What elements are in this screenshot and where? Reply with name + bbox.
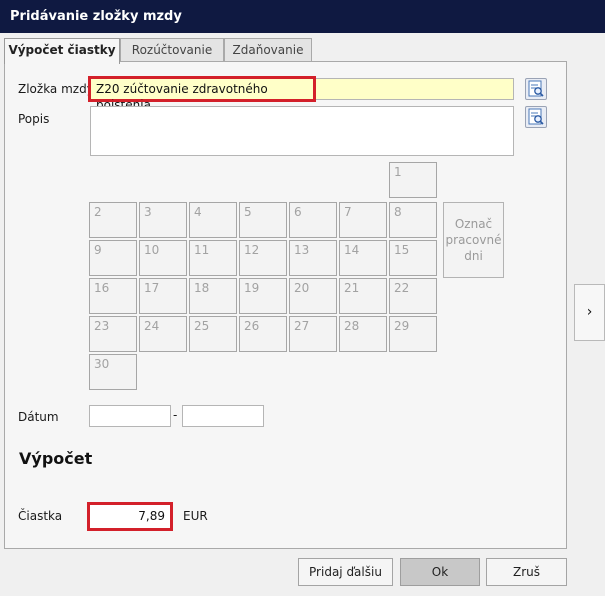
tab-vypocet-ciastky[interactable]: Výpočet čiastky [4, 38, 120, 64]
chevron-right-icon: › [586, 304, 593, 320]
calendar-day[interactable]: 29 [389, 316, 437, 352]
datum-to-input[interactable] [182, 405, 264, 427]
calendar-day[interactable]: 2 [89, 202, 137, 238]
mark-button-line-2: pracovné [445, 233, 502, 247]
calendar-day[interactable]: 8 [389, 202, 437, 238]
calendar-day[interactable]: 3 [139, 202, 187, 238]
calendar-day[interactable]: 9 [89, 240, 137, 276]
calendar-day[interactable]: 12 [239, 240, 287, 276]
expand-panel-button[interactable]: › [574, 284, 605, 341]
add-next-label: Pridaj ďalšiu [309, 565, 382, 579]
cancel-label: Zruš [512, 565, 540, 579]
calendar-day[interactable]: 7 [339, 202, 387, 238]
popis-lookup-button[interactable] [525, 106, 547, 128]
zlozka-mzdy-value: Z20 zúčtovanie zdravotného poistenia [88, 76, 316, 112]
search-list-icon [528, 108, 544, 125]
calendar-day[interactable]: 22 [389, 278, 437, 314]
zlozka-mzdy-label: Zložka mzdy [18, 82, 94, 96]
calendar-day[interactable]: 27 [289, 316, 337, 352]
zlozka-lookup-button[interactable] [525, 78, 547, 100]
datum-from-input[interactable] [89, 405, 171, 427]
calendar-day[interactable]: 13 [289, 240, 337, 276]
calendar-day[interactable]: 25 [189, 316, 237, 352]
tab-zdanovanie[interactable]: Zdaňovanie [224, 38, 312, 62]
calendar-day[interactable]: 5 [239, 202, 287, 238]
mark-button-line-1: Označ [454, 217, 493, 231]
ok-label: Ok [431, 565, 449, 579]
popis-textarea[interactable] [90, 106, 514, 156]
currency-label: EUR [183, 509, 208, 523]
cancel-button[interactable]: Zruš [486, 558, 567, 586]
calendar-day[interactable]: 1 [389, 162, 437, 198]
calendar-day[interactable]: 19 [239, 278, 287, 314]
window-title: Pridávanie zložky mzdy [0, 0, 605, 33]
mark-working-days-button[interactable]: Označ pracovné dni [443, 202, 504, 278]
datum-label: Dátum [18, 410, 59, 424]
calendar-day[interactable]: 10 [139, 240, 187, 276]
calendar-day[interactable]: 4 [189, 202, 237, 238]
datum-separator: - [173, 408, 178, 422]
calendar-day[interactable]: 11 [189, 240, 237, 276]
calendar-day[interactable]: 17 [139, 278, 187, 314]
calendar-day[interactable]: 15 [389, 240, 437, 276]
calendar-day[interactable]: 18 [189, 278, 237, 314]
tab-panel: Zložka mzdy Z20 zúčtovanie zdravotného p… [4, 61, 567, 549]
ciastka-input[interactable]: 7,89 [87, 502, 173, 531]
calendar-day[interactable]: 20 [289, 278, 337, 314]
add-next-button[interactable]: Pridaj ďalšiu [298, 558, 393, 586]
search-list-icon [528, 80, 544, 97]
mark-button-line-3: dni [464, 249, 483, 263]
calendar-day[interactable]: 23 [89, 316, 137, 352]
calendar-day[interactable]: 24 [139, 316, 187, 352]
calendar-day[interactable]: 21 [339, 278, 387, 314]
popis-label: Popis [18, 112, 50, 126]
ok-button[interactable]: Ok [400, 558, 480, 586]
calendar-day[interactable]: 28 [339, 316, 387, 352]
tab-rozuctovanie[interactable]: Rozúčtovanie [120, 38, 224, 62]
ciastka-label: Čiastka [18, 509, 63, 523]
vypocet-heading: Výpočet [19, 449, 93, 468]
calendar-day[interactable]: 6 [289, 202, 337, 238]
calendar-day[interactable]: 30 [89, 354, 137, 390]
calendar-day[interactable]: 26 [239, 316, 287, 352]
calendar-day[interactable]: 16 [89, 278, 137, 314]
calendar-day[interactable]: 14 [339, 240, 387, 276]
